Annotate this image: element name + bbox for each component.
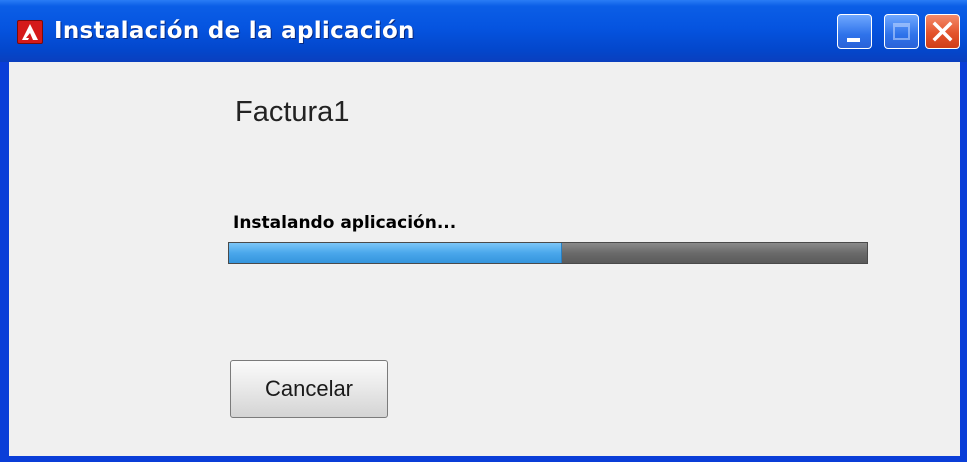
progress-bar: [228, 242, 868, 264]
window-frame-right: [960, 62, 967, 462]
maximize-button[interactable]: [884, 14, 919, 49]
adobe-air-icon: [17, 20, 43, 44]
status-text: Instalando aplicación...: [233, 213, 457, 233]
close-icon: [932, 21, 953, 42]
progress-fill: [229, 243, 562, 263]
window-frame-bottom: [0, 456, 967, 462]
installer-window: Instalación de la aplicación Factura1 In…: [0, 0, 967, 462]
cancel-button[interactable]: Cancelar: [230, 360, 388, 418]
title-bar[interactable]: Instalación de la aplicación: [0, 0, 967, 62]
maximize-icon: [893, 23, 910, 40]
application-name: Factura1: [235, 96, 350, 128]
window-title: Instalación de la aplicación: [54, 18, 415, 44]
close-button[interactable]: [925, 14, 960, 49]
window-frame-left: [0, 62, 9, 462]
minimize-button[interactable]: [837, 14, 872, 49]
minimize-icon: [847, 38, 860, 42]
dialog-body: Factura1 Instalando aplicación... Cancel…: [9, 62, 960, 456]
